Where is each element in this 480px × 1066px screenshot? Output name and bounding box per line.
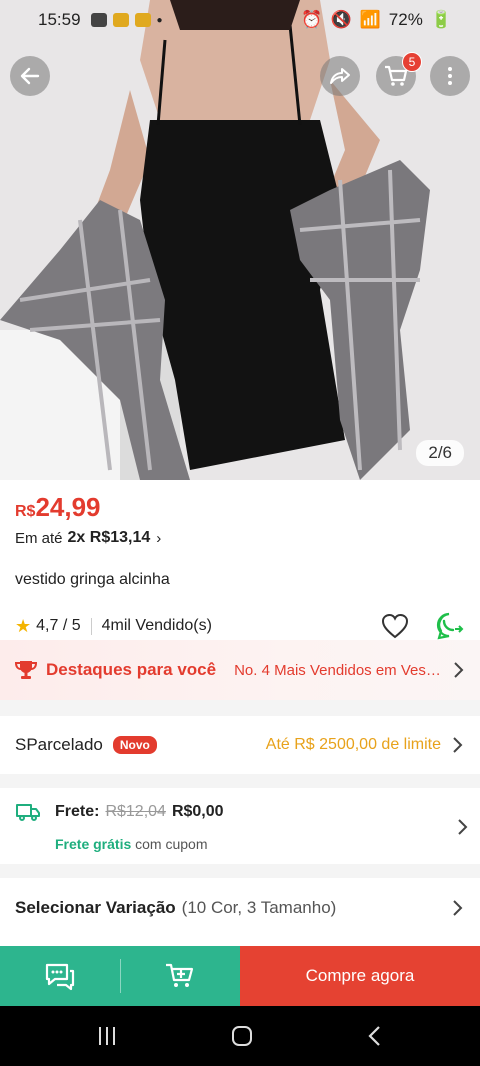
wifi-icon: 📶	[359, 10, 381, 29]
shipping-note: Frete grátis com cupom	[55, 836, 465, 852]
price-currency: R$	[15, 503, 36, 520]
battery-icon: 🔋	[430, 10, 452, 29]
chevron-right-icon	[453, 900, 463, 916]
cart-count-badge: 5	[402, 52, 422, 72]
mute-icon: 🔇	[330, 10, 352, 29]
chevron-right-icon: ›	[156, 529, 162, 547]
shipping-label: Frete:	[55, 803, 100, 820]
free-shipping-label: Frete grátis	[55, 836, 132, 852]
buy-now-button[interactable]: Compre agora	[240, 946, 480, 1006]
status-bar: 15:59 ● ⏰ 🔇 📶 72% 🔋	[0, 0, 480, 40]
variation-label: Selecionar Variação	[15, 898, 176, 917]
product-title: vestido gringa alcinha	[15, 571, 170, 588]
alarm-icon: ⏰	[301, 10, 323, 29]
shipping-old-price: R$12,04	[105, 803, 166, 820]
installments-link[interactable]: Em até 2x R$13,14 ›	[15, 529, 465, 547]
share-arrow-icon	[330, 68, 350, 84]
credit-limit: Até R$ 2500,00 de limite	[265, 736, 441, 753]
variation-row[interactable]: Selecionar Variação (10 Cor, 3 Tamanho)	[0, 878, 480, 946]
price: R$ 24,99	[15, 492, 465, 523]
status-time: 15:59	[38, 10, 81, 29]
chat-icon	[45, 963, 74, 991]
arrow-left-icon	[20, 67, 40, 85]
sold-count: 4mil Vendido(s)	[101, 617, 212, 634]
highlights-banner[interactable]: Destaques para você No. 4 Mais Vendidos …	[0, 640, 480, 700]
sparcelado-name: SParcelado	[15, 735, 103, 754]
battery-label: 72%	[388, 10, 423, 29]
heart-icon[interactable]	[381, 613, 409, 639]
back-button[interactable]	[10, 56, 50, 96]
cart-button[interactable]: 5	[376, 52, 422, 96]
more-notifications-dot-icon: ●	[156, 14, 163, 26]
add-to-cart-button[interactable]	[121, 946, 241, 1006]
sparcelado-row[interactable]: SParcelado Novo Até R$ 2500,00 de limite	[0, 716, 480, 774]
installments-prefix: Em até	[15, 529, 63, 547]
share-button[interactable]	[320, 56, 360, 96]
bottom-action-bar: Compre agora	[0, 946, 480, 1006]
image-counter: 2/6	[416, 440, 464, 466]
shipping-main: Frete: R$12,04 R$0,00	[15, 802, 465, 822]
home-icon[interactable]	[230, 1024, 254, 1048]
chevron-right-icon	[458, 819, 468, 835]
highlights-info: No. 4 Mais Vendidos em Vestidos	[234, 661, 445, 679]
price-value: 24,99	[35, 492, 101, 522]
rating-row: ★ 4,7 / 5 4mil Vendido(s)	[15, 611, 465, 641]
product-info: R$ 24,99 Em até 2x R$13,14 › vestido gri…	[0, 480, 480, 640]
gallery-notification-icon	[90, 13, 107, 27]
add-to-cart-icon	[166, 963, 194, 987]
truck-icon	[16, 804, 40, 821]
trophy-icon	[14, 661, 38, 679]
new-badge: Novo	[112, 736, 157, 754]
back-nav-icon[interactable]	[365, 1024, 385, 1048]
whatsapp-share-icon[interactable]	[435, 611, 465, 641]
recent-apps-icon[interactable]	[95, 1025, 119, 1047]
rating-value: 4,7 / 5	[36, 617, 81, 634]
shipping-row[interactable]: Frete: R$12,04 R$0,00 Frete grátis com c…	[0, 788, 480, 864]
app-notification-icon	[112, 13, 129, 27]
chevron-right-icon	[453, 737, 463, 753]
free-shipping-suffix: com cupom	[135, 836, 208, 852]
highlights-label: Destaques para você	[46, 660, 217, 679]
star-icon: ★	[15, 615, 32, 636]
variation-detail: (10 Cor, 3 Tamanho)	[181, 898, 337, 917]
divider	[90, 617, 92, 635]
chat-button[interactable]	[0, 946, 120, 1006]
app-notification-icon-2	[134, 13, 151, 27]
shipping-new-price: R$0,00	[171, 803, 224, 820]
product-image-gallery[interactable]: 15:59 ● ⏰ 🔇 📶 72% 🔋 5 2/6	[0, 0, 480, 480]
secondary-actions	[0, 946, 240, 1006]
system-navigation-bar	[0, 1006, 480, 1066]
chevron-right-icon	[454, 662, 464, 678]
more-options-button[interactable]	[430, 56, 470, 96]
more-vertical-icon	[448, 67, 452, 85]
installments-value: 2x R$13,14	[67, 529, 151, 546]
